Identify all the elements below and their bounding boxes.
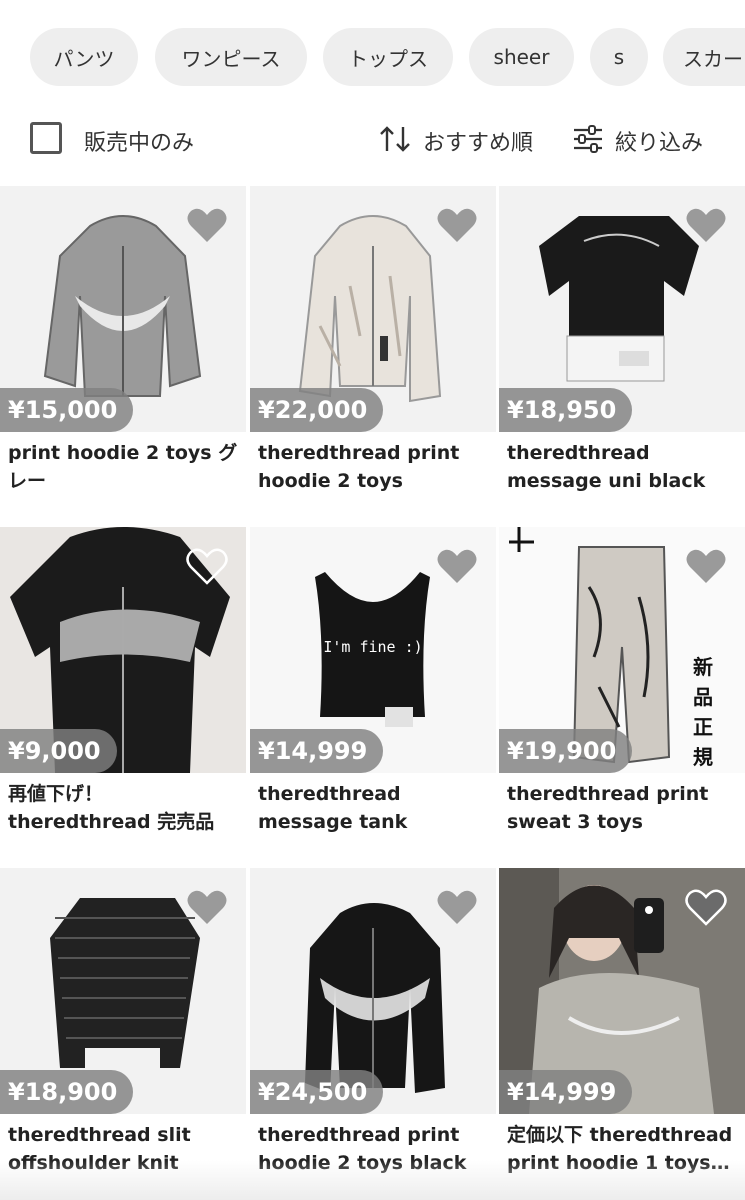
product-title: theredthread message uni black: [507, 442, 706, 492]
favorite-heart-icon[interactable]: [685, 888, 727, 926]
price-badge: ¥14,999: [499, 1070, 633, 1114]
price-badge: ¥15,000: [0, 388, 134, 432]
sort-icon[interactable]: [378, 124, 412, 154]
product-card[interactable]: ¥9,000 再値下げ！theredthread 完売品: [0, 527, 246, 857]
product-card[interactable]: ¥14,999 定価以下 theredthread print hoodie 1…: [499, 868, 745, 1198]
product-title: theredthread print hoodie 2 toys: [258, 442, 460, 492]
chip-tops[interactable]: トップス: [323, 28, 453, 86]
product-card[interactable]: ¥18,950 theredthread message uni black: [499, 186, 745, 516]
price-badge: ¥24,500: [250, 1070, 384, 1114]
product-card[interactable]: ¥22,000 theredthread print hoodie 2 toys: [250, 186, 496, 516]
favorite-heart-icon[interactable]: [186, 206, 228, 244]
chip-sheer[interactable]: sheer: [469, 28, 574, 86]
product-title: theredthread message tank: [258, 783, 408, 833]
price-badge: ¥9,000: [0, 729, 117, 773]
chip-pants[interactable]: パンツ: [30, 28, 138, 86]
toolbar: 販売中のみ おすすめ順 絞り込み: [0, 112, 745, 172]
product-card[interactable]: ¥24,500 theredthread print hoodie 2 toys…: [250, 868, 496, 1198]
chip-onepiece[interactable]: ワンピース: [155, 28, 307, 86]
price-badge: ¥14,999: [250, 729, 384, 773]
filter-button[interactable]: 絞り込み: [615, 125, 703, 157]
favorite-heart-icon[interactable]: [186, 888, 228, 926]
on-sale-checkbox[interactable]: [30, 122, 62, 154]
price-badge: ¥18,900: [0, 1070, 134, 1114]
sort-button[interactable]: おすすめ順: [423, 125, 533, 157]
favorite-heart-icon[interactable]: [436, 888, 478, 926]
favorite-heart-icon[interactable]: [186, 547, 228, 585]
bottom-fade: [0, 1160, 745, 1200]
price-badge: ¥22,000: [250, 388, 384, 432]
chip-s[interactable]: s: [590, 28, 648, 86]
favorite-heart-icon[interactable]: [685, 206, 727, 244]
filter-chip-bar: パンツ ワンピース トップス sheer s スカート: [0, 0, 745, 115]
product-card[interactable]: I'm fine :) ¥14,999 theredthread message…: [250, 527, 496, 857]
product-card[interactable]: ¥15,000 print hoodie 2 toys グレー: [0, 186, 246, 516]
product-title: print hoodie 2 toys グレー: [8, 442, 238, 492]
price-badge: ¥18,950: [499, 388, 633, 432]
favorite-heart-icon[interactable]: [685, 547, 727, 585]
on-sale-label: 販売中のみ: [84, 131, 195, 156]
new-label-text: 新品正規品: [693, 655, 713, 769]
favorite-heart-icon[interactable]: [436, 206, 478, 244]
tank-print-text: I'm fine :): [323, 638, 422, 656]
product-card[interactable]: ¥18,900 theredthread slit offshoulder kn…: [0, 868, 246, 1198]
product-card[interactable]: 新品正規品 ¥19,900 theredthread print sweat 3…: [499, 527, 745, 857]
favorite-heart-icon[interactable]: [436, 547, 478, 585]
product-title: 再値下げ！theredthread 完売品: [8, 783, 215, 833]
filter-icon[interactable]: [572, 124, 604, 154]
product-title: theredthread print sweat 3 toys: [507, 783, 709, 833]
price-badge: ¥19,900: [499, 729, 633, 773]
chip-skirt[interactable]: スカート: [663, 28, 745, 86]
